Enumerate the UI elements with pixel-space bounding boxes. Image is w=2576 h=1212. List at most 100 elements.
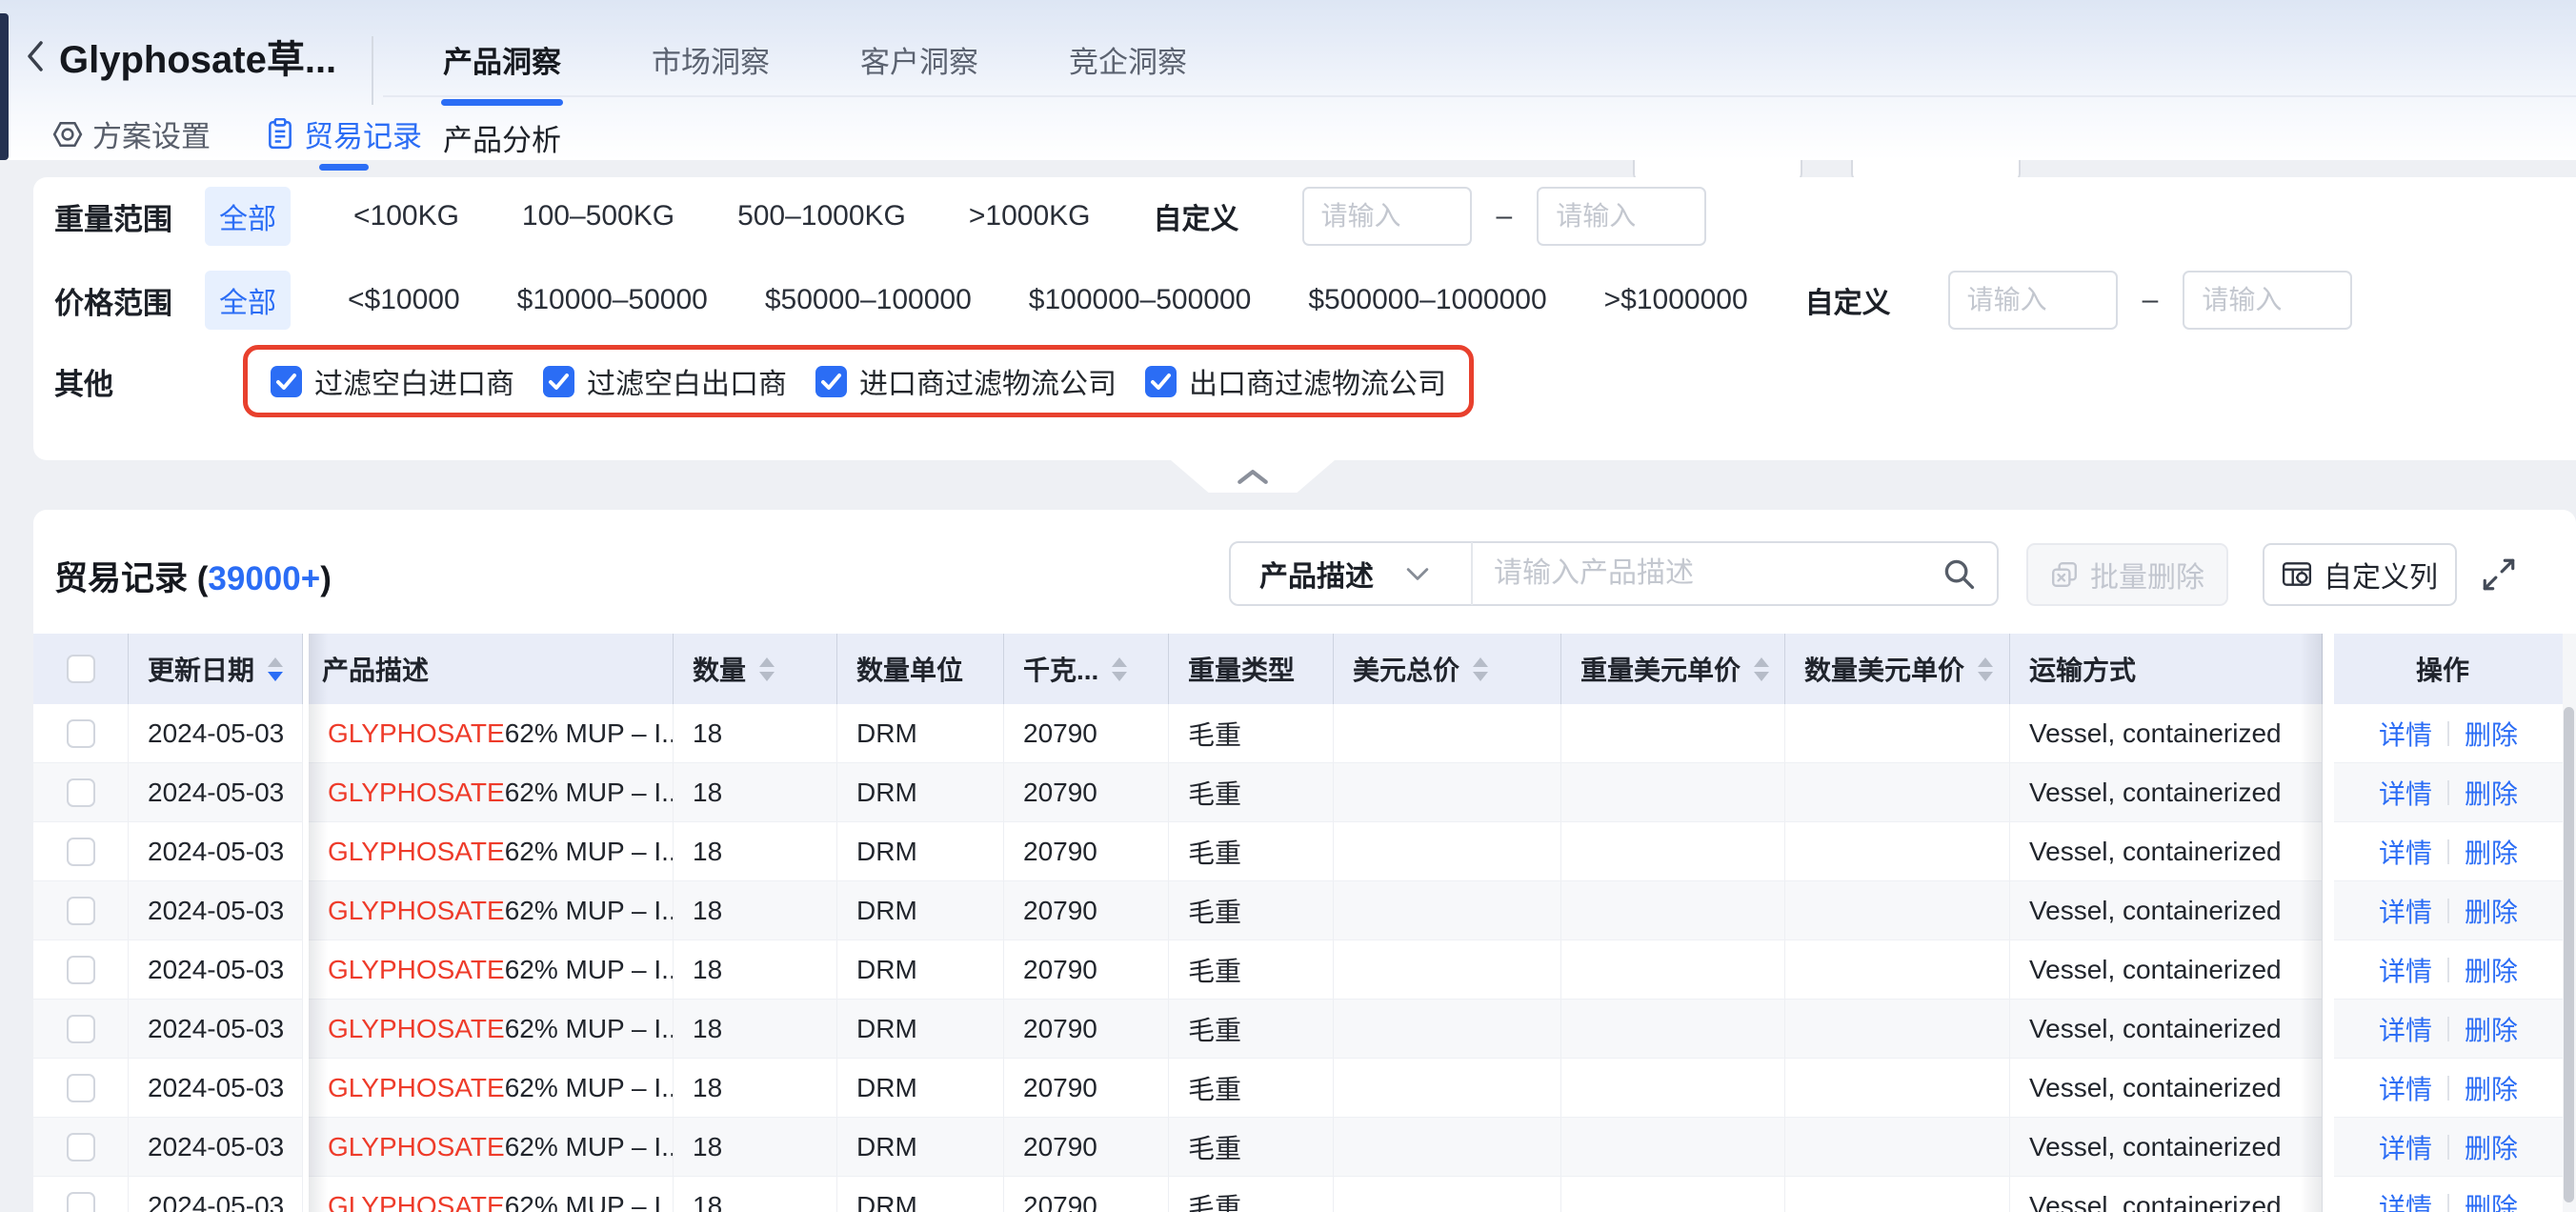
sort-asc-icon[interactable] [1754,657,1769,667]
table-row[interactable]: 2024-05-03 GLYPHOSATE 62% MUP – I... 18 … [33,881,2563,940]
table-row[interactable]: 2024-05-03 GLYPHOSATE 62% MUP – I... 18 … [33,1118,2563,1177]
column-header[interactable]: 千克... [1004,634,1169,704]
sort-icons[interactable] [1112,657,1127,681]
tab-product-analysis[interactable]: 产品分析 [443,116,561,159]
delete-link[interactable]: 删除 [2465,951,2518,989]
sort-icons[interactable] [1978,657,1993,681]
filter-option[interactable]: <$10000 [348,284,460,316]
delete-link[interactable]: 删除 [2465,1187,2518,1212]
filter-option[interactable]: $100000–500000 [1029,284,1252,316]
row-checkbox[interactable] [67,838,95,866]
tab-trade-records[interactable]: 贸易记录 [266,112,422,155]
collapse-filter-handle[interactable] [1171,460,1335,493]
select-all-checkbox[interactable] [67,655,95,683]
filter-option[interactable]: 500–1000KG [737,200,906,232]
table-row[interactable]: 2024-05-03 GLYPHOSATE 62% MUP – I... 18 … [33,763,2563,822]
delete-link[interactable]: 删除 [2465,1069,2518,1107]
main-tab[interactable]: 市场洞察 [652,38,770,81]
row-checkbox[interactable] [67,719,95,748]
row-checkbox[interactable] [67,1133,95,1162]
sort-asc-icon[interactable] [1112,657,1127,667]
table-row[interactable]: 2024-05-03 GLYPHOSATE 62% MUP – I... 18 … [33,704,2563,763]
detail-link[interactable]: 详情 [2379,715,2432,753]
sort-icons[interactable] [268,657,283,681]
delete-link[interactable]: 删除 [2465,715,2518,753]
detail-link[interactable]: 详情 [2379,833,2432,871]
checked-checkbox[interactable] [1145,366,1177,397]
range-max-input[interactable] [1537,187,1706,246]
filter-checkbox-item[interactable]: 过滤空白出口商 [543,360,787,402]
table-row[interactable]: 2024-05-03 GLYPHOSATE 62% MUP – I... 18 … [33,1000,2563,1059]
filter-option[interactable]: $50000–100000 [765,284,972,316]
detail-link[interactable]: 详情 [2379,1069,2432,1107]
tab-scheme-settings[interactable]: 方案设置 [52,112,211,155]
table-row[interactable]: 2024-05-03 GLYPHOSATE 62% MUP – I... 18 … [33,1059,2563,1118]
delete-link[interactable]: 删除 [2465,892,2518,930]
main-tab[interactable]: 产品洞察 [443,38,561,81]
column-header[interactable]: 数量美元单价 [1785,634,2010,704]
sort-desc-icon[interactable] [1754,672,1769,681]
filter-checkbox-item[interactable]: 进口商过滤物流公司 [815,360,1117,402]
checked-checkbox[interactable] [815,366,847,397]
row-checkbox[interactable] [67,1074,95,1102]
search-field-select[interactable]: 产品描述 [1231,553,1471,595]
range-max-input[interactable] [2183,271,2352,330]
detail-link[interactable]: 详情 [2379,1187,2432,1212]
custom-columns-button[interactable]: 自定义列 [2263,543,2457,606]
scrollbar-thumb[interactable] [2564,707,2574,1202]
checked-checkbox[interactable] [271,366,302,397]
filter-option[interactable]: <100KG [353,200,459,232]
back-icon[interactable] [25,39,46,73]
range-min-input[interactable] [1948,271,2118,330]
search-input[interactable] [1473,557,1942,590]
sort-desc-icon[interactable] [1473,672,1488,681]
sort-desc-icon[interactable] [1112,672,1127,681]
table-row[interactable]: 2024-05-03 GLYPHOSATE 62% MUP – I... 18 … [33,940,2563,1000]
row-checkbox[interactable] [67,1192,95,1212]
main-tab[interactable]: 竞企洞察 [1069,38,1187,81]
detail-link[interactable]: 详情 [2379,951,2432,989]
detail-link[interactable]: 详情 [2379,1128,2432,1166]
filter-option[interactable]: >$1000000 [1604,284,1748,316]
filter-checkbox-item[interactable]: 出口商过滤物流公司 [1145,360,1446,402]
sort-desc-icon[interactable] [759,672,775,681]
row-checkbox[interactable] [67,897,95,925]
column-header[interactable]: 重量美元单价 [1561,634,1785,704]
delete-link[interactable]: 删除 [2465,833,2518,871]
sort-asc-icon[interactable] [1978,657,1993,667]
filter-option[interactable]: $500000–1000000 [1308,284,1546,316]
delete-link[interactable]: 删除 [2465,774,2518,812]
row-checkbox[interactable] [67,778,95,807]
checked-checkbox[interactable] [543,366,574,397]
row-checkbox[interactable] [67,956,95,984]
filter-option-selected[interactable]: 全部 [205,187,291,246]
sort-desc-icon[interactable] [268,672,283,681]
sort-icons[interactable] [759,657,775,681]
sort-icons[interactable] [1473,657,1488,681]
batch-delete-button[interactable]: 批量删除 [2026,543,2228,606]
main-tab[interactable]: 客户洞察 [860,38,978,81]
sort-asc-icon[interactable] [268,657,283,667]
sort-asc-icon[interactable] [1473,657,1488,667]
sort-icons[interactable] [1754,657,1769,681]
table-row[interactable]: 2024-05-03 GLYPHOSATE 62% MUP – I... 18 … [33,1177,2563,1212]
fullscreen-expand-icon[interactable] [2480,556,2518,594]
range-min-input[interactable] [1302,187,1472,246]
filter-custom-option[interactable]: 自定义 [1805,279,1891,321]
detail-link[interactable]: 详情 [2379,1010,2432,1048]
delete-link[interactable]: 删除 [2465,1010,2518,1048]
filter-option[interactable]: 100–500KG [522,200,674,232]
sort-asc-icon[interactable] [759,657,775,667]
detail-link[interactable]: 详情 [2379,774,2432,812]
filter-option[interactable]: $10000–50000 [517,284,708,316]
column-header[interactable]: 更新日期 [129,634,303,704]
filter-option[interactable]: >1000KG [969,200,1091,232]
delete-link[interactable]: 删除 [2465,1128,2518,1166]
search-icon[interactable] [1942,556,1976,591]
sort-desc-icon[interactable] [1978,672,1993,681]
filter-checkbox-item[interactable]: 过滤空白进口商 [271,360,514,402]
filter-option-selected[interactable]: 全部 [205,271,291,330]
filter-custom-option[interactable]: 自定义 [1154,195,1239,237]
column-header[interactable]: 数量 [674,634,837,704]
table-row[interactable]: 2024-05-03 GLYPHOSATE 62% MUP – I... 18 … [33,822,2563,881]
